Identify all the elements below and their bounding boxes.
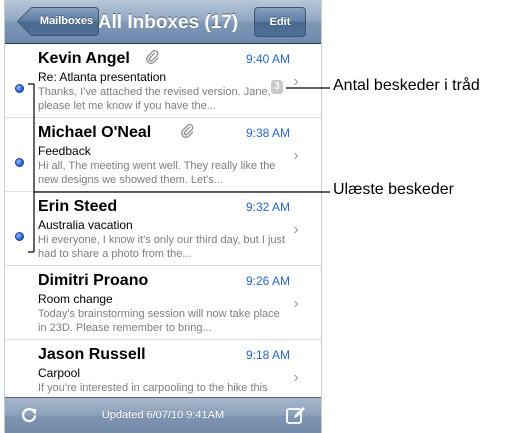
screenshot-stage: Mailboxes All Inboxes (17) Edit Kevin An… [0, 0, 509, 433]
paperclip-icon [146, 49, 159, 64]
edit-button[interactable]: Edit [254, 7, 306, 37]
sender-name: Jason Russell [38, 346, 146, 363]
unread-callout: Ulæste beskeder [333, 181, 454, 198]
refresh-icon[interactable] [19, 405, 39, 425]
compose-icon[interactable] [285, 405, 307, 425]
message-row[interactable]: Jason Russell 9:18 AM Carpool If you're … [5, 340, 321, 397]
chevron-right-icon: › [293, 369, 299, 386]
message-preview: Today's brainstorming session will now t… [38, 308, 280, 334]
message-row[interactable]: Dimitri Proano 9:26 AM Room change Today… [5, 266, 321, 340]
message-list: Kevin Angel 9:40 AM Re: Atlanta presenta… [5, 44, 321, 397]
sender-name: Erin Steed [38, 198, 118, 215]
message-subject: Re: Atlanta presentation [38, 70, 167, 84]
message-subject: Carpool [38, 366, 81, 380]
sender-name: Michael O'Neal [38, 124, 152, 141]
unread-indicator-icon [15, 232, 24, 241]
message-row[interactable]: Erin Steed 9:32 AM Australia vacation Hi… [5, 192, 321, 266]
chevron-right-icon: › [293, 221, 299, 238]
message-subject: Feedback [38, 144, 91, 158]
chevron-right-icon: › [293, 147, 299, 164]
navigation-bar: Mailboxes All Inboxes (17) Edit [5, 0, 321, 44]
sender-name: Kevin Angel [38, 50, 130, 67]
back-button-label[interactable]: Mailboxes [29, 7, 99, 36]
message-time: 9:32 AM [245, 200, 290, 214]
thread-count-callout: Antal beskeder i tråd [333, 77, 480, 94]
message-preview: Hi everyone, I know it's only our third … [38, 234, 286, 260]
message-row[interactable]: Kevin Angel 9:40 AM Re: Atlanta presenta… [5, 44, 321, 118]
message-row[interactable]: Michael O'Neal 9:38 AM Feedback Hi all, … [5, 118, 321, 192]
unread-indicator-icon [15, 158, 24, 167]
update-status: Updated 6/07/10 9:41AM [101, 409, 225, 421]
message-time: 9:38 AM [245, 126, 290, 140]
message-subject: Australia vacation [38, 218, 133, 232]
chevron-right-icon: › [293, 295, 299, 312]
bottom-toolbar: Updated 6/07/10 9:41AM [5, 397, 321, 433]
message-time: 9:40 AM [245, 52, 290, 66]
message-time: 9:26 AM [245, 274, 290, 288]
sender-name: Dimitri Proano [38, 272, 149, 289]
message-preview: If you're interested in carpooling to th… [38, 382, 268, 397]
mail-screen: Mailboxes All Inboxes (17) Edit Kevin An… [4, 0, 322, 433]
mailboxes-back-button[interactable]: Mailboxes [21, 0, 101, 44]
message-subject: Room change [38, 292, 113, 306]
chevron-right-icon: › [293, 73, 299, 90]
message-time: 9:18 AM [245, 348, 290, 362]
message-preview: Thanks, I've attached the revised versio… [38, 86, 271, 112]
message-preview: Hi all, The meeting went well. They real… [38, 160, 276, 186]
paperclip-icon [181, 123, 194, 138]
unread-indicator-icon [15, 84, 24, 93]
thread-count-badge: 3 [271, 80, 283, 94]
page-title: All Inboxes (17) [97, 12, 239, 33]
